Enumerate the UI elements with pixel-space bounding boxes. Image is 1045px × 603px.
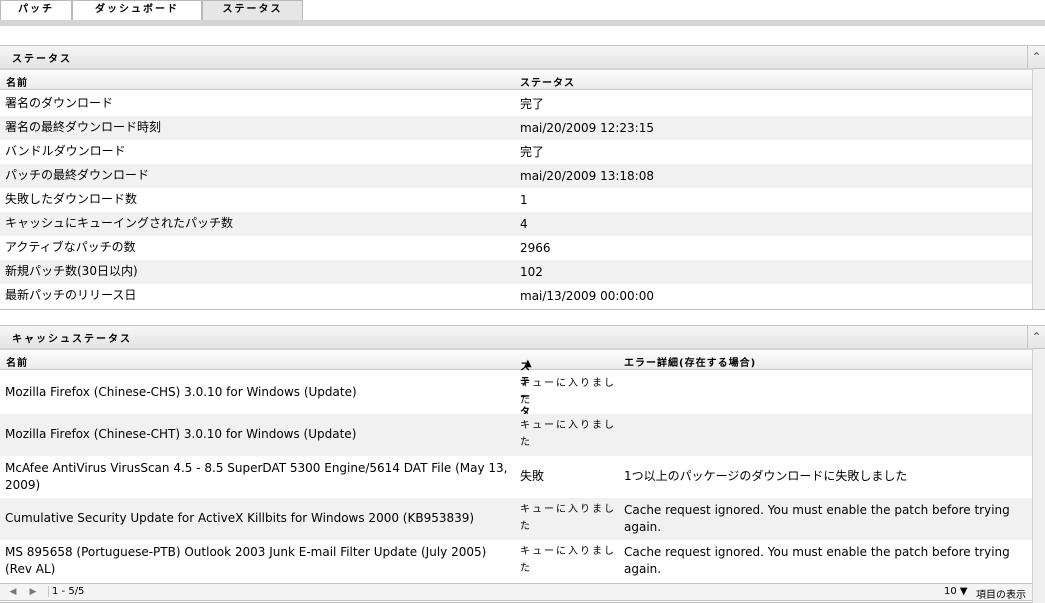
tab-dashboard[interactable]: ダッシュボード — [72, 0, 202, 20]
table-row[interactable]: Mozilla Firefox (Chinese-CHS) 3.0.10 for… — [0, 372, 1032, 414]
status-table-header: 名前 ステータス — [0, 68, 1032, 90]
row-name: Cumulative Security Update for ActiveX K… — [5, 511, 475, 525]
row-status: キューに入りました — [520, 420, 616, 448]
column-name[interactable]: 名前 — [6, 74, 28, 89]
row-status: キューに入りました — [520, 504, 616, 532]
status-panel-header: ステータス ⌃ — [0, 45, 1045, 69]
row-status: キューに入りました — [520, 378, 616, 406]
row-name: バンドルダウンロード — [5, 144, 126, 158]
row-error-detail: 1つ以上のパッケージのダウンロードに失敗しました — [624, 469, 908, 483]
table-row[interactable]: Cumulative Security Update for ActiveX K… — [0, 498, 1032, 540]
row-status: 2966 — [520, 241, 551, 255]
row-name: 失敗したダウンロード数 — [5, 192, 138, 206]
tab-status[interactable]: ステータス — [202, 0, 303, 20]
page-size-value: 10 — [944, 586, 957, 597]
row-name: Mozilla Firefox (Chinese-CHS) 3.0.10 for… — [5, 385, 357, 399]
tab-patches[interactable]: パッチ — [0, 0, 72, 20]
row-name: 署名の最終ダウンロード時刻 — [5, 120, 162, 134]
status-scrollbar[interactable] — [1032, 69, 1045, 309]
collapse-icon[interactable]: ⌃ — [1027, 46, 1045, 68]
cache-status-panel: キャッシュステータス ⌃ 名前 ステータス▲ エラー詳細(存在する場合) Moz… — [0, 325, 1045, 603]
row-status: mai/20/2009 12:23:15 — [520, 121, 654, 135]
next-page-icon[interactable]: ▶ — [26, 586, 40, 599]
table-row: 署名の最終ダウンロード時刻 mai/20/2009 12:23:15 — [0, 116, 1032, 140]
table-row: バンドルダウンロード 完了 — [0, 140, 1032, 164]
status-panel-title: ステータス — [12, 54, 72, 65]
row-status: 1 — [520, 193, 528, 207]
table-row: 失敗したダウンロード数 1 — [0, 188, 1032, 212]
row-name: 署名のダウンロード — [5, 96, 114, 110]
table-row: キャッシュにキューイングされたパッチ数 4 — [0, 212, 1032, 236]
table-row: 署名のダウンロード 完了 — [0, 92, 1032, 116]
row-status: 失敗 — [520, 469, 545, 483]
column-error-details[interactable]: エラー詳細(存在する場合) — [624, 354, 756, 369]
column-status[interactable]: ステータス — [520, 74, 575, 89]
row-name: MS 895658 (Portuguese-PTB) Outlook 2003 … — [5, 545, 487, 576]
cache-panel-header: キャッシュステータス ⌃ — [0, 325, 1045, 349]
row-status: 完了 — [520, 97, 545, 111]
page-size-label: 項目の表示 — [976, 590, 1026, 601]
row-status: 完了 — [520, 145, 545, 159]
row-name: 新規パッチ数(30日以内) — [5, 264, 138, 278]
chevron-down-icon: ▼ — [959, 586, 968, 597]
row-name: 最新パッチのリリース日 — [5, 288, 137, 302]
page-size-select[interactable]: 10 ▼ — [944, 586, 968, 597]
table-row[interactable]: MS 895658 (Portuguese-PTB) Outlook 2003 … — [0, 540, 1032, 582]
row-name: アクティブなパッチの数 — [5, 240, 136, 254]
cache-panel-title: キャッシュステータス — [12, 334, 132, 345]
row-status: mai/20/2009 13:18:08 — [520, 169, 654, 183]
cache-scrollbar[interactable] — [1032, 349, 1045, 603]
row-status: 102 — [520, 265, 543, 279]
table-row: パッチの最終ダウンロード mai/20/2009 13:18:08 — [0, 164, 1032, 188]
row-name: Mozilla Firefox (Chinese-CHT) 3.0.10 for… — [5, 427, 357, 441]
row-error-detail: Cache request ignored. You must enable t… — [624, 545, 1010, 576]
table-row: 最新パッチのリリース日 mai/13/2009 00:00:00 — [0, 284, 1032, 308]
row-status: キューに入りました — [520, 546, 616, 574]
row-name: キャッシュにキューイングされたパッチ数 — [5, 216, 234, 230]
table-row: アクティブなパッチの数 2966 — [0, 236, 1032, 260]
row-name: パッチの最終ダウンロード — [5, 168, 150, 182]
status-panel: ステータス ⌃ 名前 ステータス 署名のダウンロード 完了 署名の最終ダウンロード時… — [0, 45, 1045, 310]
row-status: mai/13/2009 00:00:00 — [520, 289, 654, 303]
column-name[interactable]: 名前 — [6, 354, 28, 369]
collapse-icon[interactable]: ⌃ — [1027, 326, 1045, 348]
row-status: 4 — [520, 217, 528, 231]
page-range: 1 - 5/5 — [48, 586, 84, 597]
prev-page-icon[interactable]: ◀ — [6, 586, 20, 599]
sort-asc-icon: ▲ — [524, 358, 533, 369]
cache-table-header: 名前 ステータス▲ エラー詳細(存在する場合) — [0, 348, 1032, 433]
tab-bar: パッチ ダッシュボード ステータス — [0, 0, 1045, 26]
row-error-detail: Cache request ignored. You must enable t… — [624, 503, 1010, 534]
row-name: McAfee AntiVirus VirusScan 4.5 - 8.5 Sup… — [5, 461, 508, 492]
pager: ◀ ▶ 1 - 5/5 10 ▼ 項目の表示 — [0, 583, 1032, 601]
table-row[interactable]: McAfee AntiVirus VirusScan 4.5 - 8.5 Sup… — [0, 456, 1032, 498]
table-row: 新規パッチ数(30日以内) 102 — [0, 260, 1032, 284]
table-row[interactable]: Mozilla Firefox (Chinese-CHT) 3.0.10 for… — [0, 414, 1032, 456]
